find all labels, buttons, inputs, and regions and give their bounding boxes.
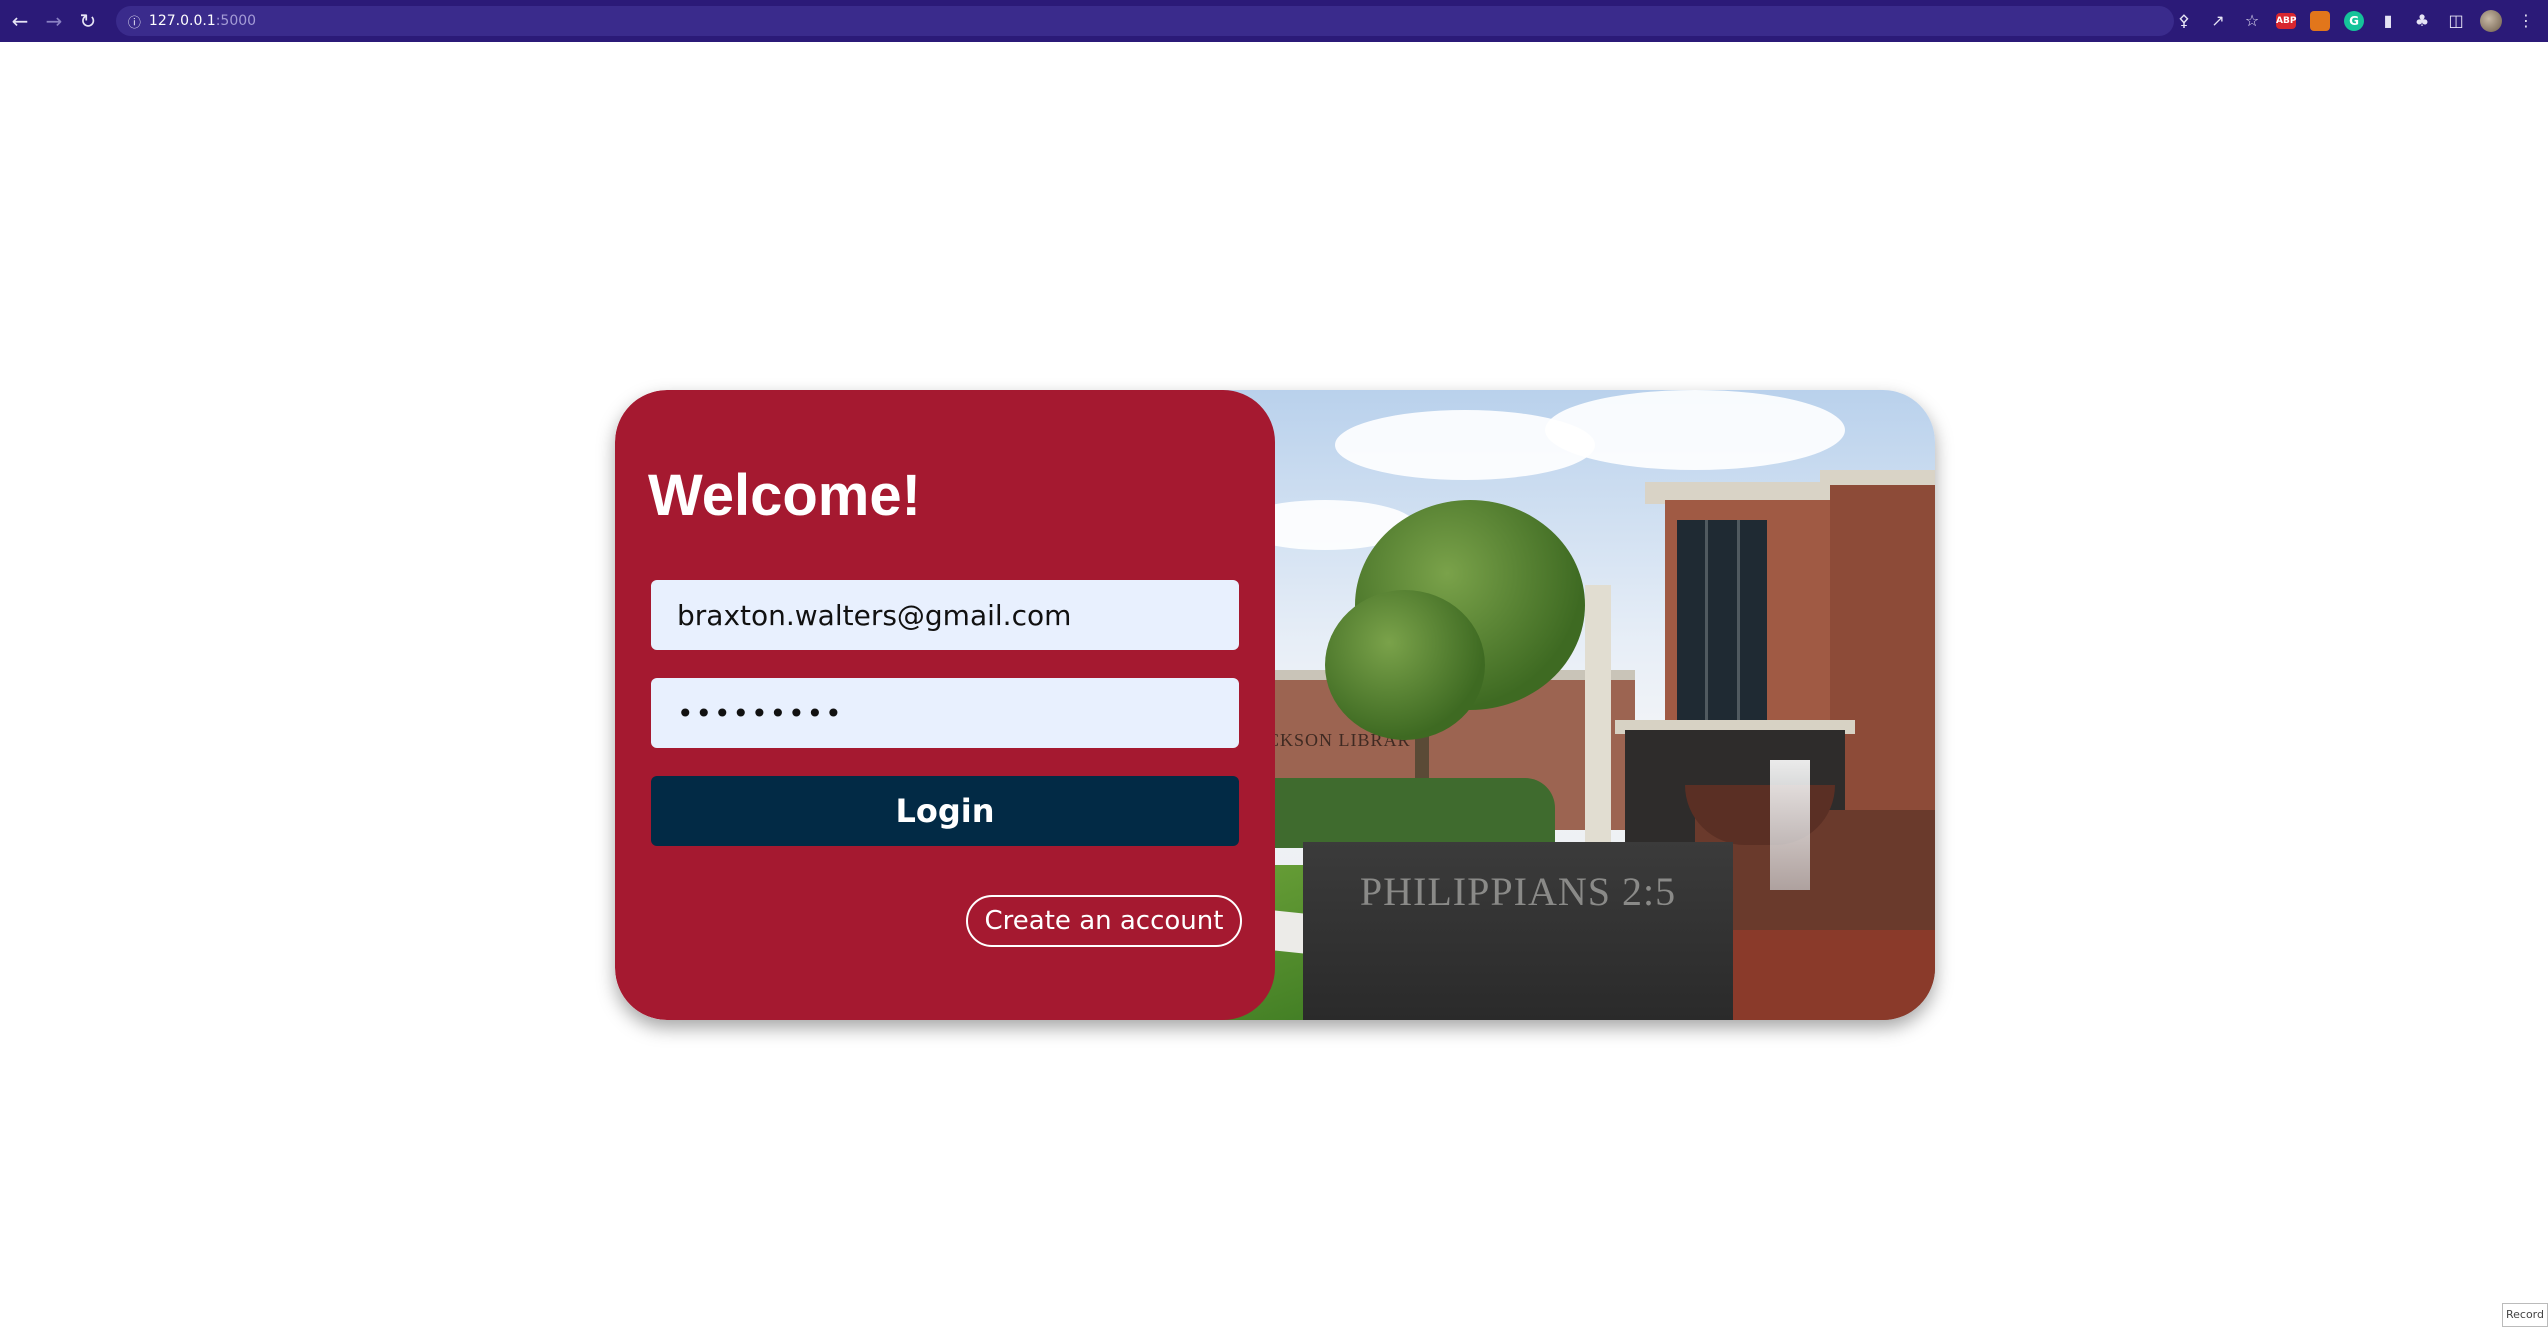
login-card: JACKSON LIBRAR PHILIPPIANS 2:5 Welcome! … bbox=[615, 390, 1935, 1020]
address-bar[interactable]: ⓘ 127.0.0.1 :5000 bbox=[115, 6, 2174, 36]
cloud bbox=[1545, 390, 1845, 470]
metamask-icon[interactable] bbox=[2310, 11, 2330, 31]
create-account-button[interactable]: Create an account bbox=[966, 895, 1242, 947]
extension-icon[interactable]: ▮ bbox=[2378, 11, 2398, 31]
adblock-icon[interactable]: ABP bbox=[2276, 13, 2296, 29]
record-button[interactable]: Record bbox=[2502, 1303, 2548, 1327]
more-menu-icon[interactable]: ⋮ bbox=[2516, 11, 2536, 31]
puzzle-icon[interactable]: ♣ bbox=[2412, 11, 2432, 31]
sidepanel-icon[interactable]: ◫ bbox=[2446, 11, 2466, 31]
tree bbox=[1325, 590, 1485, 740]
monument-inscription: PHILIPPIANS 2:5 bbox=[1359, 869, 1677, 914]
login-button[interactable]: Login bbox=[651, 776, 1239, 846]
email-field[interactable] bbox=[651, 580, 1239, 650]
profile-avatar[interactable] bbox=[2480, 10, 2502, 32]
reload-icon[interactable]: ↻ bbox=[74, 7, 102, 35]
campus-photo: JACKSON LIBRAR PHILIPPIANS 2:5 bbox=[1215, 390, 1935, 1020]
login-panel: Welcome! Login Create an account bbox=[615, 390, 1275, 1020]
library-tower bbox=[1830, 485, 1935, 855]
share-icon[interactable]: ↗ bbox=[2208, 11, 2228, 31]
address-host: 127.0.0.1 bbox=[148, 13, 216, 29]
info-icon[interactable]: ⓘ bbox=[128, 12, 141, 31]
grammarly-icon[interactable]: G bbox=[2344, 11, 2364, 31]
column bbox=[1585, 585, 1611, 845]
password-field[interactable] bbox=[651, 678, 1239, 748]
forward-arrow-icon[interactable]: → bbox=[40, 7, 68, 35]
key-icon[interactable]: ⚴ bbox=[2174, 11, 2194, 31]
page-title: Welcome! bbox=[648, 463, 921, 528]
fountain-water bbox=[1770, 760, 1810, 890]
star-icon[interactable]: ☆ bbox=[2242, 11, 2262, 31]
browser-toolbar: ← → ↻ ⓘ 127.0.0.1 :5000 ⚴ ↗ ☆ ABP G ▮ ♣ … bbox=[0, 0, 2548, 42]
toolbar-icons: ⚴ ↗ ☆ ABP G ▮ ♣ ◫ ⋮ bbox=[2174, 10, 2548, 32]
address-port: :5000 bbox=[215, 13, 257, 29]
back-arrow-icon[interactable]: ← bbox=[6, 7, 34, 35]
